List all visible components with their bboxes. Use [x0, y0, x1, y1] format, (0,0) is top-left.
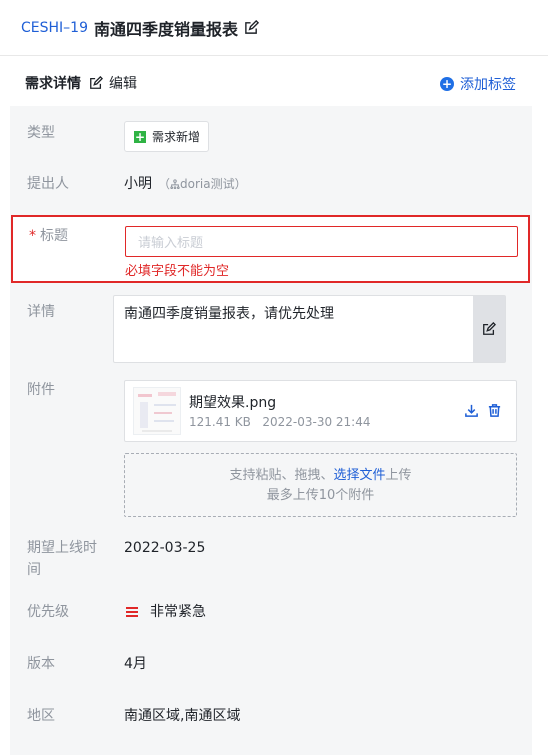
- plus-circle-icon: +: [440, 77, 454, 91]
- org-icon: [170, 179, 180, 190]
- download-icon[interactable]: [464, 403, 479, 418]
- attachment-item[interactable]: 期望效果.png 121.41 KB 2022-03-30 21:44: [124, 380, 517, 442]
- page-title: 南通四季度销量报表: [93, 19, 238, 39]
- type-label: 类型: [27, 125, 55, 141]
- expected-date-value[interactable]: 2022-03-25: [124, 537, 205, 559]
- region-value[interactable]: 南通区域,南通区域: [124, 705, 240, 727]
- detail-value: 南通四季度销量报表，请优先处理: [124, 306, 334, 322]
- title-field-error-frame: * 标题 请输入标题 必填字段不能为空: [11, 215, 530, 283]
- file-actions: [464, 403, 502, 418]
- priority-urgent-icon: [126, 607, 138, 619]
- add-tag-button[interactable]: + 添加标签: [440, 74, 516, 94]
- file-meta: 121.41 KB 2022-03-30 21:44: [189, 415, 371, 429]
- image-thumbnail[interactable]: [133, 387, 181, 435]
- submitter-value: 小明 （doria测试）: [124, 173, 247, 195]
- submitter-label: 提出人: [27, 176, 69, 192]
- region-label: 地区: [27, 708, 55, 724]
- section-title: 需求详情: [25, 76, 81, 92]
- trash-icon[interactable]: [487, 403, 502, 418]
- detail-panel: 类型 + 需求新增 提出人 小明 （doria测试） * 标题 请输入标题 必填字…: [10, 106, 532, 755]
- priority-label: 优先级: [27, 604, 69, 620]
- file-size: 121.41 KB: [189, 415, 251, 429]
- expected-date-label: 期望上线时 间: [27, 540, 97, 578]
- edit-icon: [90, 76, 103, 89]
- ticket-id[interactable]: CESHI–19: [21, 20, 88, 36]
- title-placeholder: 请输入标题: [138, 236, 204, 251]
- version-label: 版本: [27, 656, 55, 672]
- file-name: 期望效果.png: [189, 395, 277, 411]
- upload-dropzone[interactable]: 支持粘贴、拖拽、选择文件上传 最多上传10个附件: [124, 453, 517, 517]
- file-upload-time: 2022-03-30 21:44: [262, 415, 371, 429]
- edit-title-icon[interactable]: [244, 20, 259, 35]
- edit-icon: [483, 322, 496, 335]
- select-file-link[interactable]: 选择文件: [333, 468, 385, 483]
- edit-button[interactable]: 编辑: [89, 73, 137, 93]
- required-mark: *: [29, 228, 36, 244]
- title-label: * 标题: [29, 228, 68, 244]
- upload-hint: 支持粘贴、拖拽、选择文件上传: [229, 468, 412, 483]
- type-tag[interactable]: + 需求新增: [124, 121, 209, 152]
- detail-edit-button[interactable]: [473, 296, 505, 362]
- priority-value[interactable]: 非常紧急: [150, 601, 206, 623]
- submitter-name: 小明: [124, 176, 152, 192]
- title-input[interactable]: 请输入标题: [125, 226, 518, 257]
- add-tag-label: 添加标签: [460, 77, 516, 93]
- upload-limit: 最多上传10个附件: [266, 488, 375, 503]
- edit-label: 编辑: [109, 76, 137, 92]
- plus-square-icon: +: [134, 129, 146, 144]
- section-bar: 需求详情 编辑 + 添加标签: [10, 60, 532, 106]
- detail-textarea[interactable]: 南通四季度销量报表，请优先处理: [113, 295, 506, 363]
- version-value[interactable]: 4月: [124, 653, 147, 675]
- type-value: 需求新增: [152, 130, 201, 144]
- attachment-label: 附件: [27, 382, 55, 398]
- detail-label: 详情: [27, 304, 55, 320]
- title-error-message: 必填字段不能为空: [125, 264, 230, 279]
- submitter-org: （doria测试）: [158, 177, 247, 191]
- page-header: CESHI–19 南通四季度销量报表: [0, 0, 548, 56]
